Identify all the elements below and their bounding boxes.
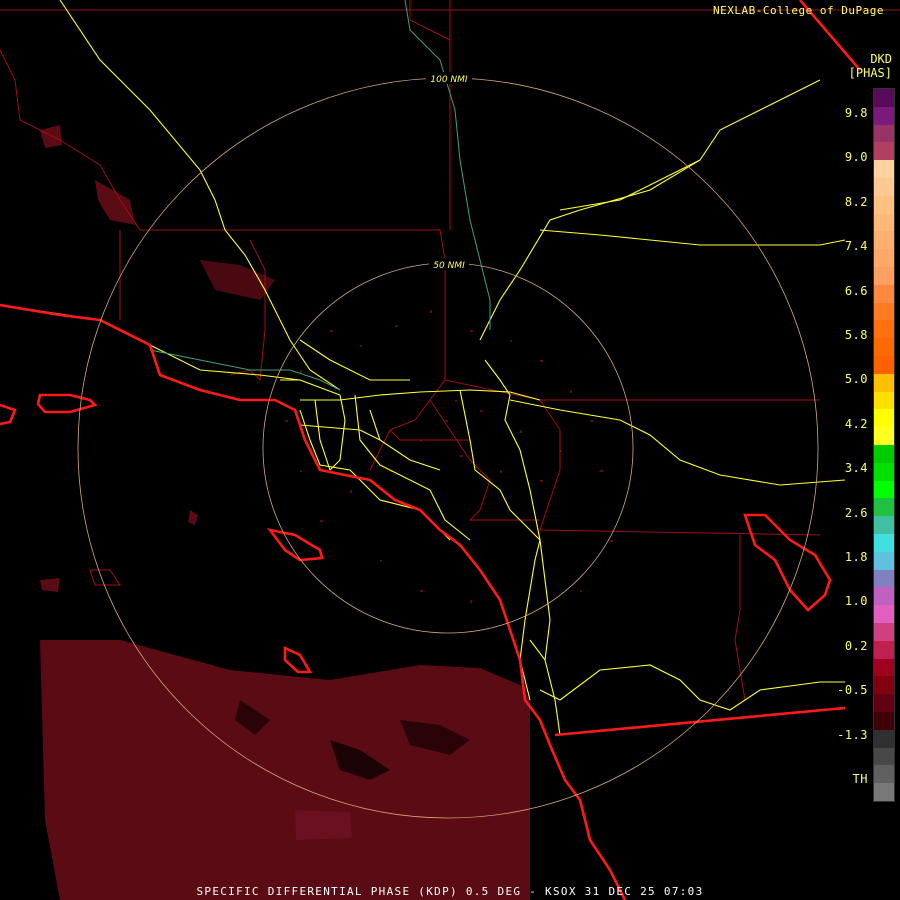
product-unit-text: [PHAS]	[848, 66, 892, 80]
legend-tick-label: 9.8	[844, 106, 868, 120]
ring-label-100: 100 NMI	[430, 75, 468, 85]
legend-tick-label: -1.3	[837, 727, 868, 742]
legend-swatch	[874, 267, 894, 286]
product-code: DKD [PHAS]	[849, 52, 892, 80]
legend-swatch	[874, 569, 894, 588]
legend-swatch	[874, 445, 894, 464]
legend-swatch	[874, 694, 894, 713]
legend-swatch	[874, 249, 894, 268]
legend-swatch	[874, 356, 894, 375]
ring-label-50: 50 NMI	[433, 261, 465, 271]
legend-swatch	[874, 302, 894, 321]
legend-swatch	[874, 284, 894, 304]
legend-swatch	[874, 765, 894, 784]
legend-tick-label: 5.0	[844, 372, 868, 387]
legend-tick-label: TH	[852, 772, 868, 786]
radar-display: 100 NMI 50 NMI NEXLAB-College of DuPage …	[0, 0, 900, 900]
legend-swatch	[874, 516, 894, 535]
legend-swatch	[874, 373, 894, 393]
legend-swatch	[874, 160, 894, 179]
legend-swatch	[874, 142, 894, 161]
legend-swatch	[874, 676, 894, 695]
legend-swatch	[874, 783, 894, 802]
legend-swatch	[874, 124, 894, 143]
credit-label: NEXLAB-College of DuPage	[713, 4, 884, 17]
legend-tick-label: 3.4	[844, 461, 868, 476]
footer-text: SPECIFIC DIFFERENTIAL PHASE (KDP) 0.5 DE…	[196, 885, 704, 898]
legend-swatch	[874, 747, 894, 766]
legend-tick-label: 8.2	[844, 194, 868, 209]
ring-labels: 100 NMI 50 NMI	[426, 72, 472, 271]
legend-tick-label: 9.0	[844, 150, 868, 165]
highways	[0, 0, 846, 736]
legend-swatch	[874, 623, 894, 642]
legend-swatch	[874, 640, 894, 660]
legend-swatch	[874, 338, 894, 357]
legend-swatch	[874, 178, 894, 197]
legend-tick-label: 0.2	[844, 638, 868, 653]
legend-swatch	[874, 195, 894, 215]
legend-swatch	[874, 231, 894, 250]
legend-swatch	[874, 534, 894, 553]
legend-swatch	[874, 427, 894, 446]
legend-tick-label: 1.0	[844, 594, 868, 609]
legend-tick-label: -0.5	[837, 683, 868, 698]
legend-swatch	[874, 320, 894, 339]
legend-tick-label: 6.6	[844, 283, 868, 298]
legend-tick-label: 2.6	[844, 505, 868, 520]
product-footer: SPECIFIC DIFFERENTIAL PHASE (KDP) 0.5 DE…	[0, 885, 900, 898]
radar-echo-area	[40, 125, 530, 900]
radar-map: 100 NMI 50 NMI	[0, 0, 900, 900]
legend-tick-label: 4.2	[844, 416, 868, 431]
legend-swatch	[874, 658, 894, 677]
legend-swatch	[874, 213, 894, 232]
legend-swatch	[874, 106, 894, 126]
clutter-speckle	[285, 310, 613, 603]
legend-tick-label: 7.4	[844, 239, 868, 254]
legend-swatch	[874, 480, 894, 499]
legend-swatch	[874, 409, 894, 428]
ring-50-nmi	[262, 262, 634, 634]
color-legend-bar	[873, 88, 895, 802]
county-boundaries	[0, 0, 900, 701]
product-code-text: DKD	[870, 52, 892, 66]
river	[149, 0, 491, 391]
legend-swatch	[874, 712, 894, 731]
legend-tick-label: 1.8	[844, 550, 868, 564]
legend-swatch	[874, 729, 894, 749]
legend-swatch	[874, 551, 894, 571]
credit-text: NEXLAB-College of DuPage	[713, 4, 884, 17]
legend-swatch	[874, 89, 894, 108]
legend-swatch	[874, 391, 894, 410]
legend-swatch	[874, 498, 894, 517]
legend-tick-label: 5.8	[844, 328, 868, 342]
legend-swatch	[874, 605, 894, 624]
legend-swatch	[874, 587, 894, 606]
legend-swatch	[874, 462, 894, 482]
